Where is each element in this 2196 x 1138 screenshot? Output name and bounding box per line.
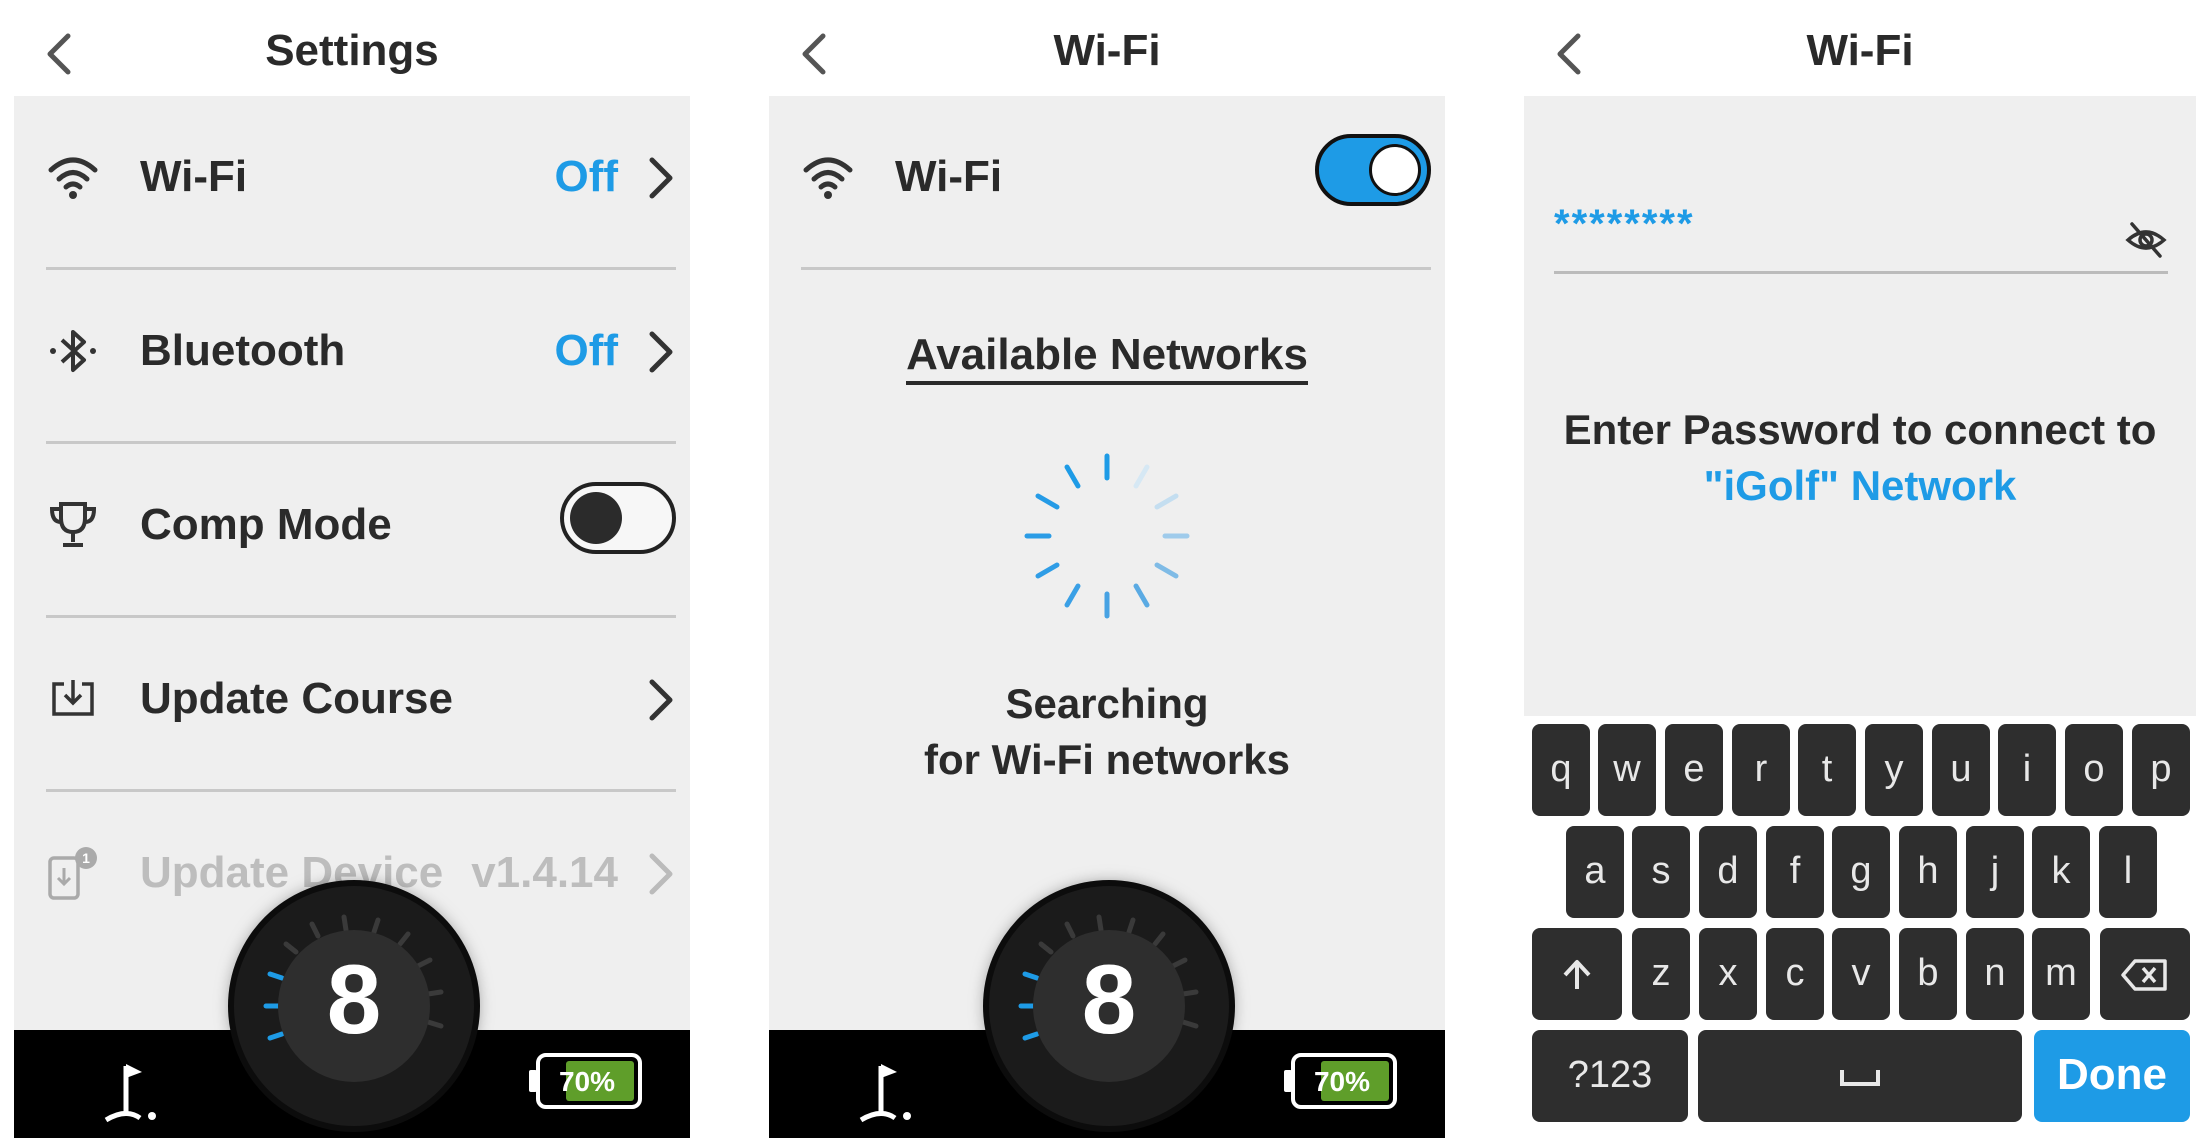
key-s[interactable]: s (1632, 826, 1690, 918)
available-networks-heading: Available Networks (769, 330, 1445, 385)
key-l[interactable]: l (2099, 826, 2157, 918)
wifi-icon (801, 150, 855, 204)
header: Settings (14, 0, 690, 96)
key-x[interactable]: x (1699, 928, 1757, 1020)
settings-item-label: Comp Mode (140, 500, 392, 549)
backspace-icon (2121, 959, 2167, 991)
download-icon (46, 672, 100, 726)
device-update-icon: 1 (46, 846, 100, 900)
chevron-right-icon (646, 850, 676, 898)
chevron-right-icon (646, 328, 676, 376)
shift-arrow-icon (1563, 959, 1591, 989)
network-name: "iGolf" Network (1703, 462, 2017, 509)
hole-dial[interactable]: 8 (234, 886, 474, 1126)
battery-indicator: 70% (526, 1052, 644, 1110)
key-u[interactable]: u (1932, 724, 1990, 816)
battery-percent: 70% (1313, 1066, 1371, 1097)
key-e[interactable]: e (1665, 724, 1723, 816)
key-p[interactable]: p (2132, 724, 2190, 816)
settings-item-label: Bluetooth (140, 326, 346, 375)
wifi-icon (46, 150, 100, 204)
golf-flag-icon[interactable] (855, 1056, 919, 1126)
battery-percent: 70% (558, 1066, 616, 1097)
header: Wi-Fi (769, 0, 1445, 96)
hole-number: 8 (326, 944, 382, 1054)
key-z[interactable]: z (1632, 928, 1690, 1020)
key-q[interactable]: q (1532, 724, 1590, 816)
golf-flag-icon[interactable] (100, 1056, 164, 1126)
key-r[interactable]: r (1732, 724, 1790, 816)
space-icon (1840, 1069, 1880, 1086)
bluetooth-icon (46, 324, 100, 378)
key-w[interactable]: w (1598, 724, 1656, 816)
hole-number: 8 (1081, 944, 1137, 1054)
key-m[interactable]: m (2032, 928, 2090, 1020)
backspace-key[interactable] (2100, 928, 2190, 1020)
wifi-password-screen: Wi-Fi ******** Enter Password to connect… (1524, 0, 2196, 1138)
key-n[interactable]: n (1966, 928, 2024, 1020)
header: Wi-Fi (1524, 0, 2196, 96)
shift-key[interactable] (1532, 928, 1622, 1020)
settings-item-update-course[interactable]: Update Course (46, 618, 676, 792)
password-panel: ******** Enter Password to connect to "i… (1524, 96, 2196, 716)
key-v[interactable]: v (1832, 928, 1890, 1020)
key-y[interactable]: y (1865, 724, 1923, 816)
chevron-right-icon (646, 154, 676, 202)
key-c[interactable]: c (1766, 928, 1824, 1020)
section-title-text: Available Networks (906, 330, 1308, 385)
password-field[interactable]: ******** (1554, 200, 2168, 274)
update-badge: 1 (82, 850, 90, 866)
on-screen-keyboard: q w e r t y u i o p a s d f g h j k l z … (1524, 716, 2196, 1138)
numbers-key[interactable]: ?123 (1532, 1030, 1688, 1122)
wifi-toggle[interactable] (1315, 134, 1431, 206)
page-title: Wi-Fi (1053, 26, 1161, 75)
page-title: Settings (265, 26, 439, 75)
key-i[interactable]: i (1998, 724, 2056, 816)
settings-item-comp-mode: Comp Mode (46, 444, 676, 618)
settings-item-label: Wi-Fi (140, 152, 248, 201)
key-k[interactable]: k (2032, 826, 2090, 918)
page-title: Wi-Fi (1806, 26, 1914, 75)
chevron-right-icon (646, 676, 676, 724)
searching-subtext: for Wi-Fi networks (924, 736, 1290, 783)
key-f[interactable]: f (1766, 826, 1824, 918)
done-button[interactable]: Done (2034, 1030, 2190, 1122)
key-j[interactable]: j (1966, 826, 2024, 918)
settings-item-value: Off (554, 326, 618, 375)
searching-text: Searching (1005, 680, 1209, 727)
space-key[interactable] (1698, 1030, 2022, 1122)
settings-item-value: Off (554, 152, 618, 201)
comp-mode-toggle[interactable] (560, 482, 676, 554)
key-a[interactable]: a (1566, 826, 1624, 918)
toggle-knob (1369, 144, 1421, 196)
key-d[interactable]: d (1699, 826, 1757, 918)
settings-item-bluetooth[interactable]: Bluetooth Off (46, 270, 676, 444)
password-prompt: Enter Password to connect to (1563, 406, 2157, 453)
settings-item-value: v1.4.14 (471, 848, 618, 897)
key-b[interactable]: b (1899, 928, 1957, 1020)
toggle-knob (570, 492, 622, 544)
eye-off-icon[interactable] (2124, 218, 2168, 262)
hole-dial[interactable]: 8 (989, 886, 1229, 1126)
key-g[interactable]: g (1832, 826, 1890, 918)
wifi-label: Wi-Fi (895, 152, 1003, 201)
wifi-toggle-row: Wi-Fi (801, 96, 1431, 270)
settings-item-label: Update Course (140, 674, 453, 723)
settings-item-wifi[interactable]: Wi-Fi Off (46, 96, 676, 270)
key-o[interactable]: o (2065, 724, 2123, 816)
key-h[interactable]: h (1899, 826, 1957, 918)
battery-indicator: 70% (1281, 1052, 1399, 1110)
key-t[interactable]: t (1798, 724, 1856, 816)
wifi-search-screen: Wi-Fi Wi-Fi Available Networks Searching… (769, 0, 1445, 1138)
divider (801, 267, 1431, 270)
loading-spinner-icon (1007, 436, 1207, 636)
trophy-icon (46, 498, 100, 552)
settings-screen: Settings Wi-Fi Off Bluetooth Off Comp Mo… (14, 0, 690, 1138)
password-value: ******** (1554, 202, 1695, 246)
